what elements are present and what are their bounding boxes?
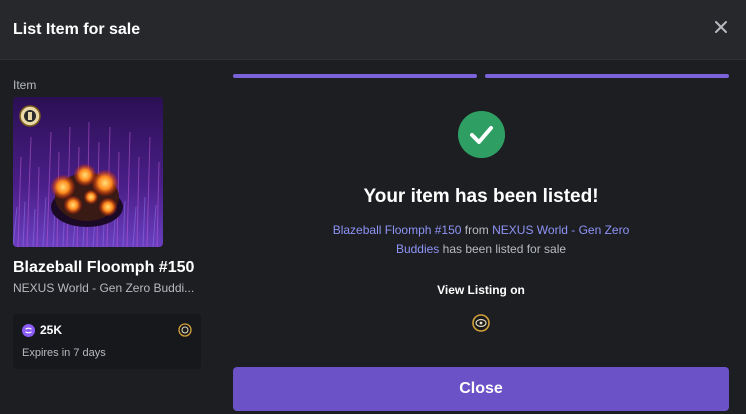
price-card: 25K Expires in 7 days [13,314,201,369]
collection-badge-icon [19,105,41,127]
marketplace-logo-icon[interactable] [472,314,490,332]
listed-text: has been listed for sale [439,242,567,256]
price-value: 25K [40,323,63,337]
success-description: Blazeball Floomph #150 from NEXUS World … [330,221,632,259]
from-text: from [461,223,493,237]
close-icon[interactable] [714,20,728,34]
expiration-text: Expires in 7 days [22,347,106,359]
price-row: 25K [22,323,62,337]
item-collection: NEXUS World - Gen Zero Buddi... [13,281,195,295]
item-name: Blazeball Floomph #150 [13,259,195,276]
success-title: Your item has been listed! [363,186,599,207]
check-icon [458,111,505,158]
item-link[interactable]: Blazeball Floomph #150 [333,223,462,237]
modal-header: List Item for sale [0,0,746,60]
nft-artwork [13,97,163,247]
close-button[interactable]: Close [233,367,729,411]
view-listing-label: View Listing on [437,283,525,297]
token-coin-icon [22,323,35,337]
marketplace-logo-icon [178,323,192,337]
progress-step-2 [485,74,729,78]
item-section-label: Item [13,78,37,92]
progress-step-1 [233,74,477,78]
modal-title: List Item for sale [13,21,141,38]
